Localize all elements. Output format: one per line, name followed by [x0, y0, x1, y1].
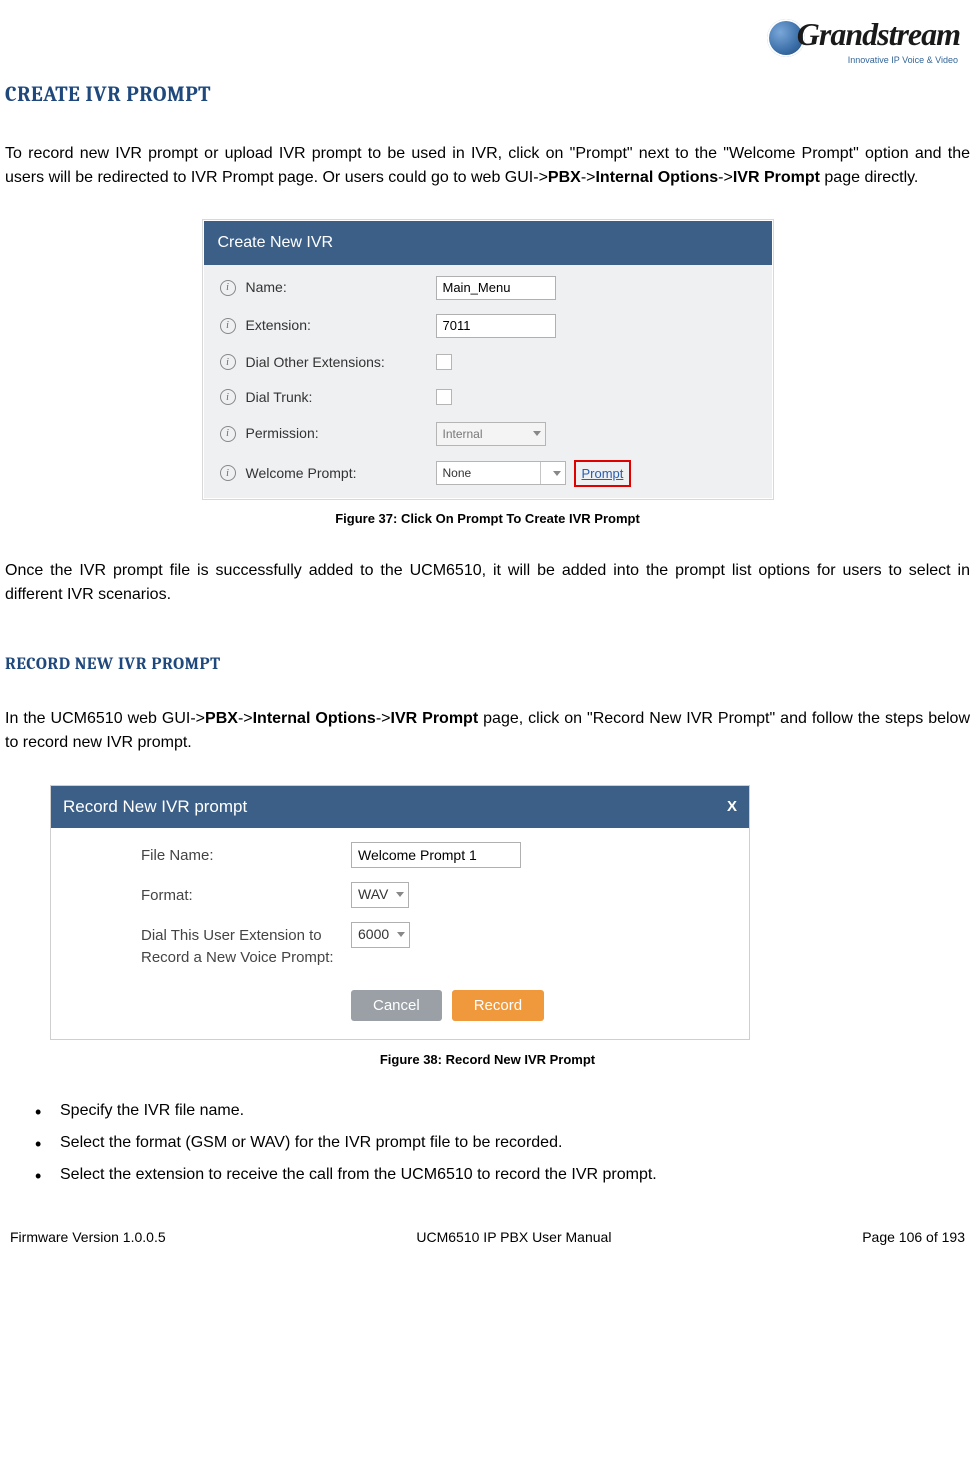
footer-title: UCM6510 IP PBX User Manual: [416, 1227, 611, 1248]
text: Record a New Voice Prompt:: [141, 949, 334, 966]
text: page directly.: [820, 169, 918, 186]
extension-input[interactable]: [436, 314, 556, 338]
row-dial-other: i Dial Other Extensions:: [204, 345, 772, 380]
text: Dial This User Extension to: [141, 927, 322, 944]
list-item: Select the format (GSM or WAV) for the I…: [35, 1131, 970, 1155]
page-footer: Firmware Version 1.0.0.5 UCM6510 IP PBX …: [5, 1227, 970, 1248]
record-paragraph: In the UCM6510 web GUI->PBX->Internal Op…: [5, 707, 970, 755]
name-input[interactable]: [436, 276, 556, 300]
welcome-prompt-select[interactable]: None: [436, 461, 566, 485]
dial-other-checkbox[interactable]: [436, 354, 452, 370]
row-welcome-prompt: i Welcome Prompt: None Prompt: [204, 453, 772, 495]
section-title-record-new-ivr: RECORD NEW IVR PROMPT: [5, 652, 970, 678]
bold-pbx: PBX: [205, 710, 238, 727]
select-value: WAV: [358, 884, 388, 905]
chevron-down-icon: [396, 892, 404, 897]
chevron-down-icon: [397, 932, 405, 937]
dialog-title: Record New IVR prompt: [63, 794, 247, 820]
info-icon[interactable]: i: [220, 318, 236, 334]
brand-logo: Grandstream Innovative IP Voice & Video: [767, 10, 960, 68]
list-item: Specify the IVR file name.: [35, 1099, 970, 1123]
label-dial-extension: Dial This User Extension to Record a New…: [141, 922, 351, 970]
bold-pbx: PBX: [548, 169, 581, 186]
text: ->: [376, 710, 391, 727]
label-format: Format:: [141, 882, 351, 908]
bold-internal-options: Internal Options: [595, 169, 718, 186]
dialog-header: Record New IVR prompt X: [51, 786, 749, 828]
list-item: Select the extension to receive the call…: [35, 1163, 970, 1187]
close-icon[interactable]: X: [727, 796, 737, 819]
info-icon[interactable]: i: [220, 389, 236, 405]
text: ->: [581, 169, 596, 186]
chevron-down-icon: [533, 431, 541, 436]
intro-paragraph-1: To record new IVR prompt or upload IVR p…: [5, 142, 970, 190]
info-icon[interactable]: i: [220, 426, 236, 442]
footer-firmware: Firmware Version 1.0.0.5: [10, 1227, 166, 1248]
text: ->: [718, 169, 733, 186]
row-dial-extension: Dial This User Extension to Record a New…: [141, 922, 729, 970]
info-icon[interactable]: i: [220, 280, 236, 296]
text: In the UCM6510 web GUI->: [5, 710, 205, 727]
bold-internal-options: Internal Options: [253, 710, 376, 727]
info-icon[interactable]: i: [220, 465, 236, 481]
panel-header: Create New IVR: [204, 221, 772, 265]
record-button[interactable]: Record: [452, 990, 544, 1021]
section-title-create-ivr: CREATE IVR PROMPT: [5, 80, 970, 112]
intro-paragraph-2: Once the IVR prompt file is successfully…: [5, 559, 970, 607]
info-icon[interactable]: i: [220, 354, 236, 370]
bold-ivr-prompt: IVR Prompt: [733, 169, 820, 186]
row-permission: i Permission: Internal: [204, 415, 772, 453]
file-name-input[interactable]: [351, 842, 521, 868]
prompt-link[interactable]: Prompt: [574, 460, 632, 488]
select-value: Internal: [443, 425, 483, 443]
chevron-down-icon: [553, 471, 561, 476]
label-welcome-prompt: Welcome Prompt:: [246, 463, 436, 484]
label-dial-other: Dial Other Extensions:: [246, 352, 436, 373]
extension-select[interactable]: 6000: [351, 922, 410, 948]
select-value: 6000: [358, 924, 389, 945]
row-format: Format: WAV: [141, 882, 729, 908]
row-file-name: File Name:: [141, 842, 729, 868]
button-row: Cancel Record: [141, 984, 729, 1025]
logo-text: Grandstream: [767, 10, 960, 58]
footer-page: Page 106 of 193: [862, 1227, 965, 1248]
figure-record-new-ivr: Record New IVR prompt X File Name: Forma…: [50, 785, 750, 1040]
figure-create-new-ivr: Create New IVR i Name: i Extension: i Di…: [203, 220, 773, 500]
label-extension: Extension:: [246, 315, 436, 336]
label-file-name: File Name:: [141, 842, 351, 868]
permission-select[interactable]: Internal: [436, 422, 546, 446]
dial-trunk-checkbox[interactable]: [436, 389, 452, 405]
cancel-button[interactable]: Cancel: [351, 990, 442, 1021]
label-name: Name:: [246, 277, 436, 298]
label-permission: Permission:: [246, 423, 436, 444]
select-value: None: [443, 464, 472, 482]
format-select[interactable]: WAV: [351, 882, 409, 908]
steps-list: Specify the IVR file name. Select the fo…: [5, 1099, 970, 1187]
figure-37-caption: Figure 37: Click On Prompt To Create IVR…: [5, 509, 970, 529]
label-dial-trunk: Dial Trunk:: [246, 387, 436, 408]
row-extension: i Extension:: [204, 307, 772, 345]
text: ->: [238, 710, 253, 727]
form-body: i Name: i Extension: i Dial Other Extens…: [204, 265, 772, 499]
figure-38-caption: Figure 38: Record New IVR Prompt: [5, 1050, 970, 1070]
bold-ivr-prompt: IVR Prompt: [391, 710, 479, 727]
row-dial-trunk: i Dial Trunk:: [204, 380, 772, 415]
dialog-body: File Name: Format: WAV Dial This User Ex…: [51, 828, 749, 1039]
row-name: i Name:: [204, 269, 772, 307]
